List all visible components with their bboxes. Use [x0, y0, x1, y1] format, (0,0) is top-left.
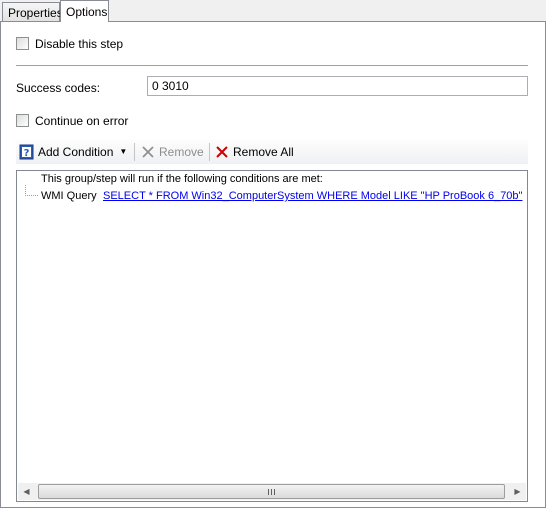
- conditions-tree[interactable]: This group/step will run if the followin…: [16, 170, 528, 502]
- svg-text:?: ?: [24, 148, 30, 159]
- success-codes-label: Success codes:: [16, 81, 101, 95]
- conditions-toolbar: ? Add Condition ▼ Remove Remove All: [16, 140, 528, 164]
- red-x-icon: [214, 144, 230, 160]
- toolbar-separator: [134, 143, 135, 161]
- horizontal-scrollbar[interactable]: ◀ ▶: [18, 483, 526, 500]
- conditions-header: This group/step will run if the followin…: [41, 173, 323, 185]
- remove-button[interactable]: Remove: [140, 144, 204, 160]
- condition-query-link[interactable]: SELECT * FROM Win32_ComputerSystem WHERE…: [103, 190, 522, 203]
- grip-icon: [268, 489, 276, 495]
- condition-type: WMI Query: [41, 190, 97, 202]
- remove-all-label: Remove All: [233, 145, 294, 159]
- x-icon: [140, 144, 156, 160]
- scroll-left-icon[interactable]: ◀: [18, 483, 35, 500]
- success-codes-input[interactable]: 0 3010: [147, 76, 528, 96]
- tab-options-label: Options: [66, 5, 108, 19]
- chevron-down-icon[interactable]: ▼: [119, 145, 127, 159]
- tab-properties-label: Properties: [8, 6, 63, 20]
- add-condition-label: Add Condition: [38, 145, 114, 159]
- toolbar-separator: [209, 143, 210, 161]
- scrollbar-thumb[interactable]: [38, 484, 505, 499]
- disable-step-checkbox[interactable]: [16, 37, 29, 50]
- remove-all-button[interactable]: Remove All: [214, 144, 294, 160]
- tab-properties[interactable]: Properties: [2, 2, 63, 21]
- scroll-right-icon[interactable]: ▶: [509, 483, 526, 500]
- tab-options[interactable]: Options: [60, 0, 109, 22]
- continue-on-error-label[interactable]: Continue on error: [35, 114, 128, 128]
- tree-connector: [25, 185, 39, 196]
- divider-highlight: [16, 66, 528, 67]
- disable-step-label[interactable]: Disable this step: [35, 37, 123, 51]
- add-condition-button[interactable]: ? Add Condition ▼: [19, 144, 127, 160]
- help-question-icon: ?: [19, 144, 35, 160]
- continue-on-error-checkbox[interactable]: [16, 114, 29, 127]
- remove-label: Remove: [159, 145, 204, 159]
